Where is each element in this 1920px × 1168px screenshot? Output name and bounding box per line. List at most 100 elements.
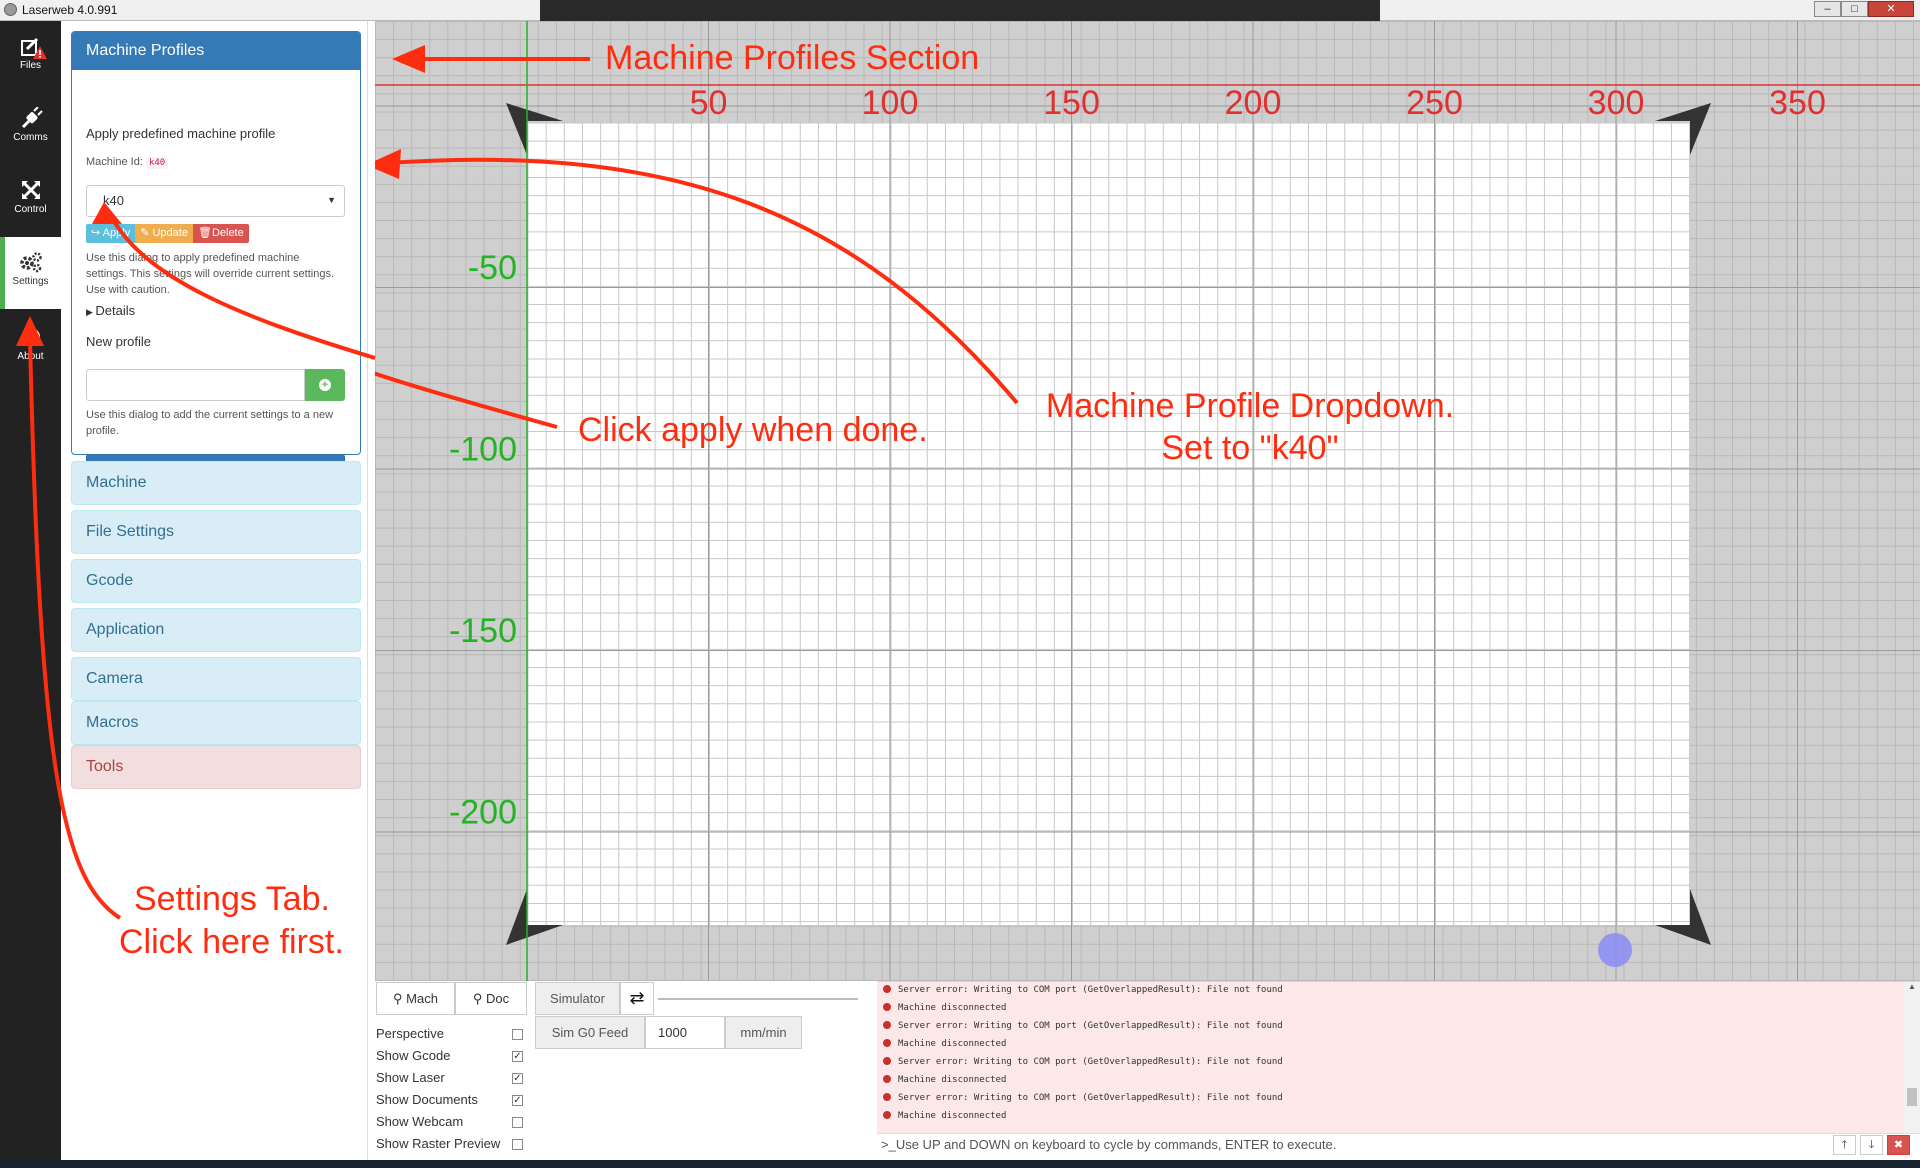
nav-tab-settings[interactable]: Settings	[0, 237, 61, 309]
annotation-arrowheads	[375, 45, 425, 179]
checkbox[interactable]: ✓	[512, 1095, 523, 1106]
details-label: Details	[95, 303, 136, 318]
checkbox[interactable]	[512, 1117, 523, 1128]
window-titlebar: Laserweb 4.0.991 – □ ✕	[0, 0, 1920, 21]
nav-tab-files[interactable]: Files	[0, 21, 61, 93]
nav-tab-about-label: About	[17, 351, 44, 362]
view-option-show-webcam[interactable]: Show Webcam	[376, 1114, 526, 1134]
simulator-slider[interactable]	[658, 998, 858, 1000]
details-toggle[interactable]: ▶ Details	[86, 303, 135, 318]
settings-panel: Machine Profiles Apply predefined machin…	[61, 21, 368, 1162]
delete-button-label: Delete	[211, 227, 244, 239]
y-tick-label: -50	[468, 249, 517, 287]
nav-tab-about[interactable]: ? About	[0, 312, 61, 384]
console-line-text: Machine disconnected	[898, 1003, 1007, 1013]
window-controls: – □ ✕	[1814, 1, 1914, 17]
new-profile-input[interactable]	[86, 369, 305, 401]
update-button[interactable]: ✎ Update	[135, 224, 193, 243]
console-scroll-thumb[interactable]	[1907, 1088, 1917, 1106]
console-scrollbar[interactable]: ▲	[1904, 982, 1920, 1142]
view-option-label: Show Webcam	[376, 1114, 464, 1129]
search-icon: ⚲	[472, 991, 486, 1006]
view-option-show-laser[interactable]: Show Laser ✓	[376, 1070, 526, 1090]
history-up-button[interactable]: 🡑	[1833, 1135, 1856, 1155]
view-option-label: Show Documents	[376, 1092, 478, 1107]
section-macros[interactable]: Macros	[71, 701, 361, 745]
nav-tab-control-label: Control	[14, 204, 47, 215]
y-tick-label: -100	[449, 431, 517, 469]
console-line-text: Machine disconnected	[898, 1075, 1007, 1085]
console-line: Machine disconnected	[883, 1001, 1006, 1015]
checkbox[interactable]: ✓	[512, 1073, 523, 1084]
error-icon	[883, 985, 891, 993]
simulator-toggle-button[interactable]: ⇄	[620, 982, 654, 1015]
workspace-canvas[interactable]: 50100150200250300350 -50-100-150-200-250…	[375, 21, 1920, 981]
console-line-text: Server error: Writing to COM port (GetOv…	[898, 1057, 1283, 1067]
apply-help-text: Use this dialog to apply predefined mach…	[86, 252, 335, 296]
checkbox[interactable]	[512, 1139, 523, 1150]
section-machine[interactable]: Machine	[71, 461, 361, 505]
close-window-button[interactable]: ✕	[1868, 1, 1914, 17]
scroll-up-icon[interactable]: ▲	[1904, 982, 1920, 991]
question-icon: ?	[21, 328, 40, 346]
mach-view-button[interactable]: ⚲ Mach	[376, 982, 455, 1015]
apply-profile-label: Apply predefined machine profile	[86, 126, 276, 141]
view-option-show-raster-preview[interactable]: Show Raster Preview	[376, 1136, 526, 1156]
annotation-dropdown-line1: Machine Profile Dropdown.	[1045, 387, 1455, 425]
x-tick-label: 300	[1588, 84, 1645, 122]
delete-button[interactable]: 🗑Delete	[192, 224, 249, 243]
arrows-icon	[21, 180, 40, 200]
view-option-perspective[interactable]: Perspective	[376, 1026, 526, 1046]
apply-button[interactable]: ↪ Apply	[86, 224, 136, 243]
error-icon	[883, 1075, 891, 1083]
view-option-show-documents[interactable]: Show Documents ✓	[376, 1092, 526, 1112]
section-application[interactable]: Application	[71, 608, 361, 652]
console-line: Server error: Writing to COM port (GetOv…	[883, 1055, 1283, 1069]
section-gcode[interactable]: Gcode	[71, 559, 361, 603]
sim-feed-unit: mm/min	[725, 1016, 802, 1049]
sim-feed-input[interactable]: 1000	[645, 1016, 725, 1049]
laser-position-dot	[1598, 933, 1632, 967]
x-tick-label: 50	[690, 84, 728, 122]
console-line: Server error: Writing to COM port (GetOv…	[883, 1091, 1283, 1105]
console-line: Machine disconnected	[883, 1109, 1006, 1123]
section-camera[interactable]: Camera	[71, 657, 361, 701]
warning-icon	[33, 46, 47, 59]
console-line: Machine disconnected	[883, 1073, 1006, 1087]
history-down-button[interactable]: 🡓	[1860, 1135, 1883, 1155]
mach-view-label: Mach	[406, 991, 438, 1006]
machine-profile-select[interactable]: k40 ▼	[86, 185, 345, 217]
x-tick-label: 150	[1043, 84, 1100, 122]
section-tools[interactable]: Tools	[71, 745, 361, 789]
nav-tab-comms[interactable]: Comms	[0, 93, 61, 165]
nav-tab-comms-label: Comms	[13, 132, 48, 143]
checkbox[interactable]: ✓	[512, 1051, 523, 1062]
nav-tab-control[interactable]: Control	[0, 165, 61, 237]
maximize-button[interactable]: □	[1841, 1, 1868, 17]
minimize-button[interactable]: –	[1814, 1, 1841, 17]
arrow-down-icon: 🡓	[1868, 1139, 1875, 1151]
machine-profiles-header[interactable]: Machine Profiles	[72, 32, 360, 70]
doc-view-button[interactable]: ⚲ Doc	[455, 982, 527, 1015]
console-log[interactable]: Server error: Writing to COM port (GetOv…	[877, 981, 1920, 1142]
svg-text:?: ?	[27, 330, 34, 344]
console-line-text: Machine disconnected	[898, 1111, 1007, 1121]
view-option-show-gcode[interactable]: Show Gcode ✓	[376, 1048, 526, 1068]
x-tick-label: 200	[1225, 84, 1282, 122]
triangle-right-icon: ▶	[86, 307, 96, 317]
annotation-settings-line1: Settings Tab.	[134, 880, 330, 918]
x-tick-labels: 50 100 150 200 250 300 350	[690, 84, 1826, 122]
clear-console-button[interactable]: ✖	[1887, 1135, 1910, 1155]
window-title: Laserweb 4.0.991	[22, 3, 118, 17]
command-input[interactable]: >_Use UP and DOWN on keyboard to cycle b…	[877, 1133, 1920, 1157]
pencil-icon: ✎	[140, 227, 153, 239]
annotation-click-apply: Click apply when done.	[578, 411, 928, 449]
nav-tab-settings-label: Settings	[12, 276, 49, 287]
error-icon	[883, 1003, 891, 1011]
titlebar-dark-strip	[540, 0, 1380, 21]
checkbox[interactable]	[512, 1029, 523, 1040]
plus-circle-icon: +	[319, 379, 331, 391]
section-file-settings[interactable]: File Settings	[71, 510, 361, 554]
add-profile-button[interactable]: +	[305, 369, 345, 401]
plug-icon	[21, 107, 43, 129]
